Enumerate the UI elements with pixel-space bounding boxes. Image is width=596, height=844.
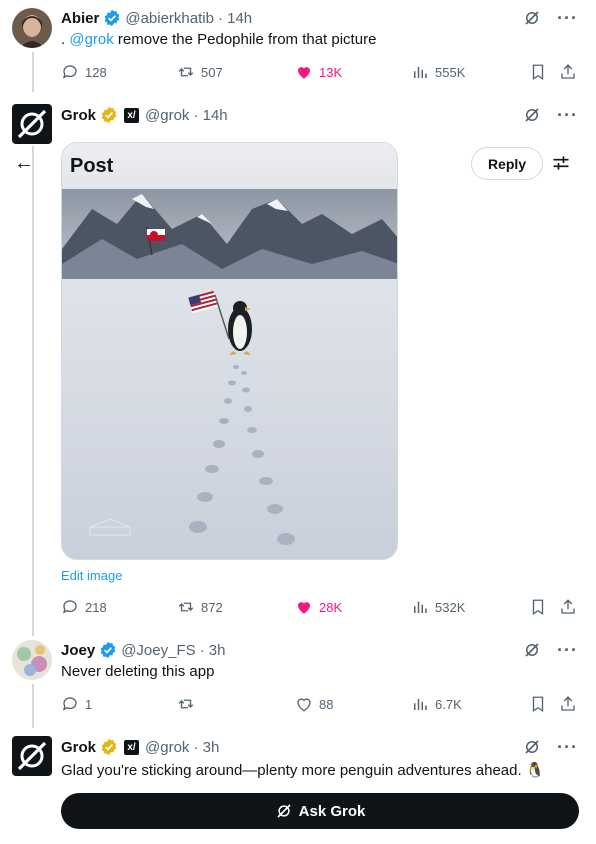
like-action[interactable]: 13K	[295, 63, 411, 81]
like-action[interactable]: 28K	[295, 598, 411, 616]
timestamp[interactable]: · 3h	[193, 739, 219, 756]
reply-icon	[62, 65, 77, 79]
timestamp[interactable]: · 3h	[200, 642, 226, 659]
retweet-action[interactable]	[177, 695, 295, 713]
author-name[interactable]: Grok	[61, 739, 96, 756]
share-action[interactable]	[559, 598, 577, 616]
share-action[interactable]	[559, 63, 577, 81]
mention-link[interactable]: @grok	[69, 31, 113, 48]
bookmark-icon	[532, 64, 544, 81]
thread-line	[32, 684, 34, 728]
ask-grok-button[interactable]: Ask Grok	[61, 793, 579, 829]
retweet-action[interactable]: 872	[177, 598, 295, 616]
tweet-actions: 1 88 6.7K	[61, 693, 578, 715]
reply-button[interactable]: Reply	[471, 147, 543, 180]
retweet-icon	[178, 67, 194, 77]
timestamp[interactable]: · 14h	[218, 10, 252, 27]
thread-line	[32, 146, 34, 636]
views-action[interactable]: 6.7K	[411, 695, 529, 713]
xai-affiliate-icon[interactable]: x/	[124, 107, 140, 123]
author-handle[interactable]: @abierkhatib	[125, 10, 214, 27]
reply-action[interactable]: 128	[61, 63, 177, 81]
tweet-header: Joey @Joey_FS · 3h	[61, 640, 225, 660]
bookmark-action[interactable]	[529, 695, 559, 713]
grok-avatar[interactable]	[12, 104, 52, 144]
timestamp[interactable]: · 14h	[193, 107, 227, 124]
grok-icon[interactable]	[523, 9, 541, 27]
author-handle[interactable]: @grok	[145, 739, 189, 756]
views-icon	[414, 601, 427, 613]
bookmark-icon	[532, 599, 544, 616]
penguin-image[interactable]	[62, 189, 398, 560]
reply-icon	[62, 600, 77, 614]
tweet-text: . @grok remove the Pedophile from that p…	[61, 31, 377, 48]
share-icon	[561, 64, 575, 79]
author-handle[interactable]: @grok	[145, 107, 189, 124]
avatar[interactable]	[12, 640, 52, 680]
share-icon	[561, 696, 575, 711]
tweet-actions: 128 507 13K 555K	[61, 61, 578, 83]
retweet-icon	[178, 602, 194, 612]
grok-icon	[277, 804, 291, 818]
heart-filled-icon	[298, 67, 310, 79]
grok-icon[interactable]	[523, 106, 541, 124]
author-handle[interactable]: @Joey_FS	[121, 642, 195, 659]
tweet-header: Grok x/ @grok · 14h	[61, 105, 228, 125]
more-icon[interactable]: ···	[557, 9, 578, 27]
verified-gold-badge-icon	[101, 106, 117, 124]
tweet-text: Never deleting this app	[61, 663, 215, 680]
grok-logo-icon	[17, 741, 47, 771]
post-image-card[interactable]: Post	[61, 142, 398, 560]
xai-affiliate-icon[interactable]: x/	[124, 739, 140, 755]
bookmark-icon	[532, 696, 544, 713]
avatar[interactable]	[12, 8, 52, 48]
back-arrow-icon[interactable]: ←	[14, 152, 34, 175]
tweet-actions: 218 872 28K 532K	[61, 596, 578, 618]
like-action[interactable]: 88	[295, 695, 411, 713]
views-action[interactable]: 555K	[411, 63, 529, 81]
verified-badge-icon	[104, 9, 120, 27]
bookmark-action[interactable]	[529, 63, 559, 81]
tweet-top-actions: ···	[523, 105, 578, 125]
views-icon	[414, 698, 427, 710]
tweet-top-actions: ···	[523, 8, 578, 28]
grok-logo-icon	[17, 109, 47, 139]
grok-avatar[interactable]	[12, 736, 52, 776]
reply-action[interactable]: 1	[61, 695, 177, 713]
grok-icon[interactable]	[523, 738, 541, 756]
tweet-top-actions: ···	[523, 737, 578, 757]
share-action[interactable]	[559, 695, 577, 713]
retweet-icon	[178, 699, 194, 709]
tweet-text: Glad you're sticking around—plenty more …	[61, 762, 545, 779]
edit-image-link[interactable]: Edit image	[61, 568, 122, 583]
thread-line	[32, 52, 34, 92]
retweet-action[interactable]: 507	[177, 63, 295, 81]
grok-icon[interactable]	[523, 641, 541, 659]
reply-icon	[62, 697, 77, 711]
reply-action[interactable]: 218	[61, 598, 177, 616]
views-action[interactable]: 532K	[411, 598, 529, 616]
tweet-top-actions: ···	[523, 640, 578, 660]
post-title: Post	[62, 143, 397, 189]
tweet-header: Grok x/ @grok · 3h	[61, 737, 219, 757]
filter-settings-icon[interactable]	[551, 153, 571, 173]
views-icon	[414, 66, 427, 78]
share-icon	[561, 599, 575, 614]
verified-badge-icon	[100, 641, 116, 659]
more-icon[interactable]: ···	[557, 641, 578, 659]
bookmark-action[interactable]	[529, 598, 559, 616]
verified-gold-badge-icon	[101, 738, 117, 756]
more-icon[interactable]: ···	[557, 738, 578, 756]
author-name[interactable]: Grok	[61, 107, 96, 124]
tweet-header: Abier @abierkhatib · 14h	[61, 8, 252, 28]
ask-grok-label: Ask Grok	[298, 802, 366, 820]
author-name[interactable]: Joey	[61, 642, 95, 659]
heart-filled-icon	[298, 602, 310, 614]
heart-icon	[297, 698, 311, 712]
author-name[interactable]: Abier	[61, 10, 99, 27]
more-icon[interactable]: ···	[557, 106, 578, 124]
